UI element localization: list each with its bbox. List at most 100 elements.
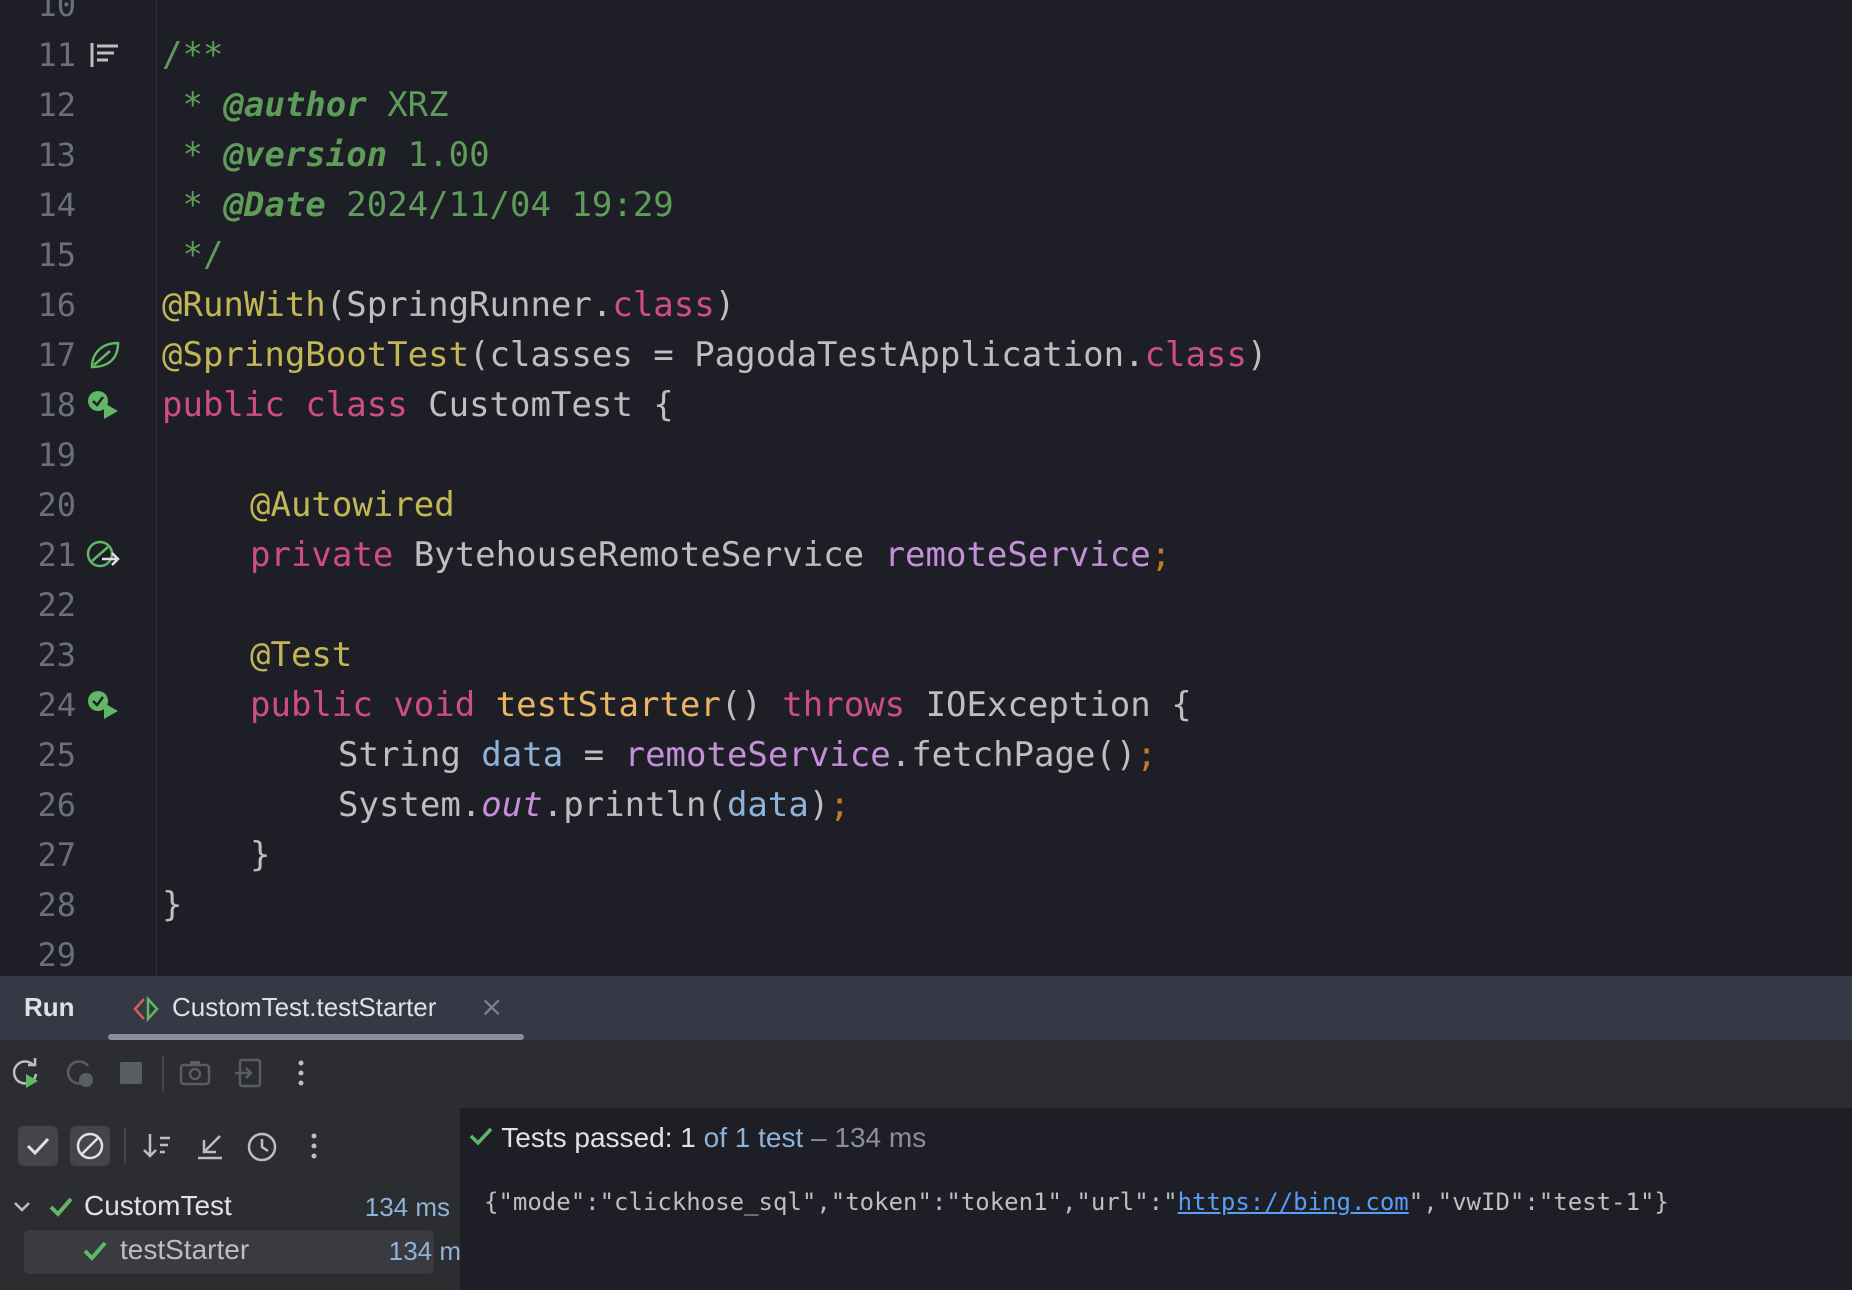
code-text: @RunWith(SpringRunner.class)	[162, 280, 735, 330]
console-output[interactable]: Tests passed: 1 of 1 test – 134 ms {"mod…	[462, 1108, 1852, 1290]
code-editor[interactable]: 10 11 /** 12 * @author XRZ 13 * @version…	[0, 0, 1852, 976]
method-call: .println(	[542, 785, 727, 825]
code-line: 27 }	[0, 830, 1852, 880]
code-line: 14 * @Date 2024/11/04 19:29	[0, 180, 1852, 230]
keyword: public	[250, 685, 373, 725]
code-line: 20 @Autowired	[0, 480, 1852, 530]
chevron-down-icon[interactable]	[10, 1194, 34, 1218]
line-number: 15	[37, 236, 76, 274]
run-configuration-tab[interactable]: CustomTest.testStarter ×	[108, 976, 524, 1040]
stop-icon[interactable]	[114, 1056, 148, 1090]
code-text: * @version 1.00	[162, 130, 489, 180]
annotation: @Autowired	[250, 485, 455, 525]
code-line: 13 * @version 1.00	[0, 130, 1852, 180]
code-line: 16 @RunWith(SpringRunner.class)	[0, 280, 1852, 330]
line-number: 13	[37, 136, 76, 174]
keyword: throws	[782, 685, 906, 725]
line-number: 27	[37, 836, 76, 874]
toolbar-separator	[162, 1056, 164, 1092]
semicolon: ;	[1150, 535, 1172, 575]
doc-value: 2024/11/04 19:29	[325, 185, 674, 225]
line-number: 12	[37, 86, 76, 124]
autowired-navigate-icon[interactable]	[86, 539, 122, 571]
method-parens: ()	[720, 685, 783, 725]
code-line: 11 /**	[0, 30, 1852, 80]
run-test-passed-icon[interactable]	[86, 389, 122, 421]
doc-star: *	[162, 85, 224, 125]
annotation-arg: (SpringRunner.	[325, 285, 613, 325]
keyword: private	[250, 535, 394, 575]
code-text: @Test	[250, 630, 352, 680]
code-line: 25 String data = remoteService.fetchPage…	[0, 730, 1852, 780]
paren: )	[1246, 335, 1268, 375]
check-icon	[468, 1123, 494, 1149]
line-number: 23	[37, 636, 76, 674]
line-number: 24	[37, 686, 76, 724]
code-text: * @Date 2024/11/04 19:29	[162, 180, 674, 230]
operator: =	[563, 735, 625, 775]
annotation-arg: (classes = PagodaTestApplication.	[469, 335, 1145, 375]
more-icon[interactable]	[294, 1126, 334, 1166]
spring-bean-icon[interactable]	[86, 339, 122, 371]
code-line: 29	[0, 930, 1852, 976]
code-text: private BytehouseRemoteService remoteSer…	[250, 530, 1171, 580]
class-name: CustomTest {	[407, 385, 674, 425]
check-icon	[80, 1236, 110, 1266]
tree-item-suite[interactable]: CustomTest 134 ms	[0, 1186, 460, 1230]
keyword: public	[162, 385, 285, 425]
type-name: String	[338, 735, 482, 775]
variable: data	[726, 785, 809, 825]
line-number: 21	[37, 536, 76, 574]
exception-type: IOException {	[905, 685, 1192, 725]
collapse-icon[interactable]	[190, 1126, 230, 1166]
show-ignored-icon[interactable]	[70, 1126, 110, 1166]
type-name: System.	[338, 785, 482, 825]
method-name: testStarter	[495, 685, 721, 725]
output-link[interactable]: https://bing.com	[1178, 1188, 1409, 1216]
run-title[interactable]: Run	[24, 992, 75, 1023]
export-icon[interactable]	[232, 1056, 266, 1090]
run-tab-label: CustomTest.testStarter	[172, 992, 437, 1022]
close-icon[interactable]: ×	[480, 990, 503, 1023]
tree-item-time: 134 ms	[364, 1192, 450, 1222]
show-passed-icon[interactable]	[18, 1126, 58, 1166]
run-header: Run CustomTest.testStarter ×	[0, 976, 1852, 1040]
rerun-icon[interactable]	[8, 1056, 42, 1090]
keyword: class	[305, 385, 408, 425]
code-line: 28 }	[0, 880, 1852, 930]
check-icon	[46, 1192, 76, 1222]
static-field: out	[481, 785, 543, 825]
line-number: 22	[37, 586, 76, 624]
test-status: Tests passed: 1 of 1 test – 134 ms	[468, 1122, 926, 1162]
code-text: System.out.println(data);	[338, 780, 850, 830]
line-number: 25	[37, 736, 76, 774]
tree-item-label: CustomTest	[84, 1190, 232, 1221]
semicolon: ;	[829, 785, 850, 825]
screenshot-icon[interactable]	[178, 1056, 212, 1090]
doc-tag: @version	[223, 135, 388, 175]
test-tree-panel: CustomTest 134 ms testStarter 134 ms	[0, 1108, 474, 1290]
line-number: 10	[37, 0, 76, 24]
tree-item-label: testStarter	[120, 1234, 250, 1265]
line-number: 28	[37, 886, 76, 924]
tree-item-test[interactable]: testStarter 134 ms	[24, 1230, 474, 1274]
more-icon[interactable]	[284, 1056, 318, 1090]
field-ref: remoteService	[624, 735, 891, 775]
line-number: 17	[37, 336, 76, 374]
line-number: 19	[37, 436, 76, 474]
code-line: 22	[0, 580, 1852, 630]
run-test-passed-icon[interactable]	[86, 689, 122, 721]
sort-icon[interactable]	[138, 1126, 178, 1166]
code-line: 15 */	[0, 230, 1852, 280]
console-line: {"mode":"clickhose_sql","token":"token1"…	[484, 1188, 1669, 1216]
code-line: 19	[0, 430, 1852, 480]
method-call: .fetchPage()	[890, 735, 1137, 775]
structure-icon[interactable]	[86, 39, 122, 71]
status-total: 1 test	[734, 1122, 804, 1153]
history-icon[interactable]	[242, 1126, 282, 1166]
semicolon: ;	[1136, 735, 1157, 775]
rerun-failed-icon[interactable]	[62, 1056, 96, 1090]
paren: )	[714, 285, 736, 325]
toolbar-separator	[124, 1128, 126, 1164]
code-text: public class CustomTest {	[162, 380, 674, 430]
